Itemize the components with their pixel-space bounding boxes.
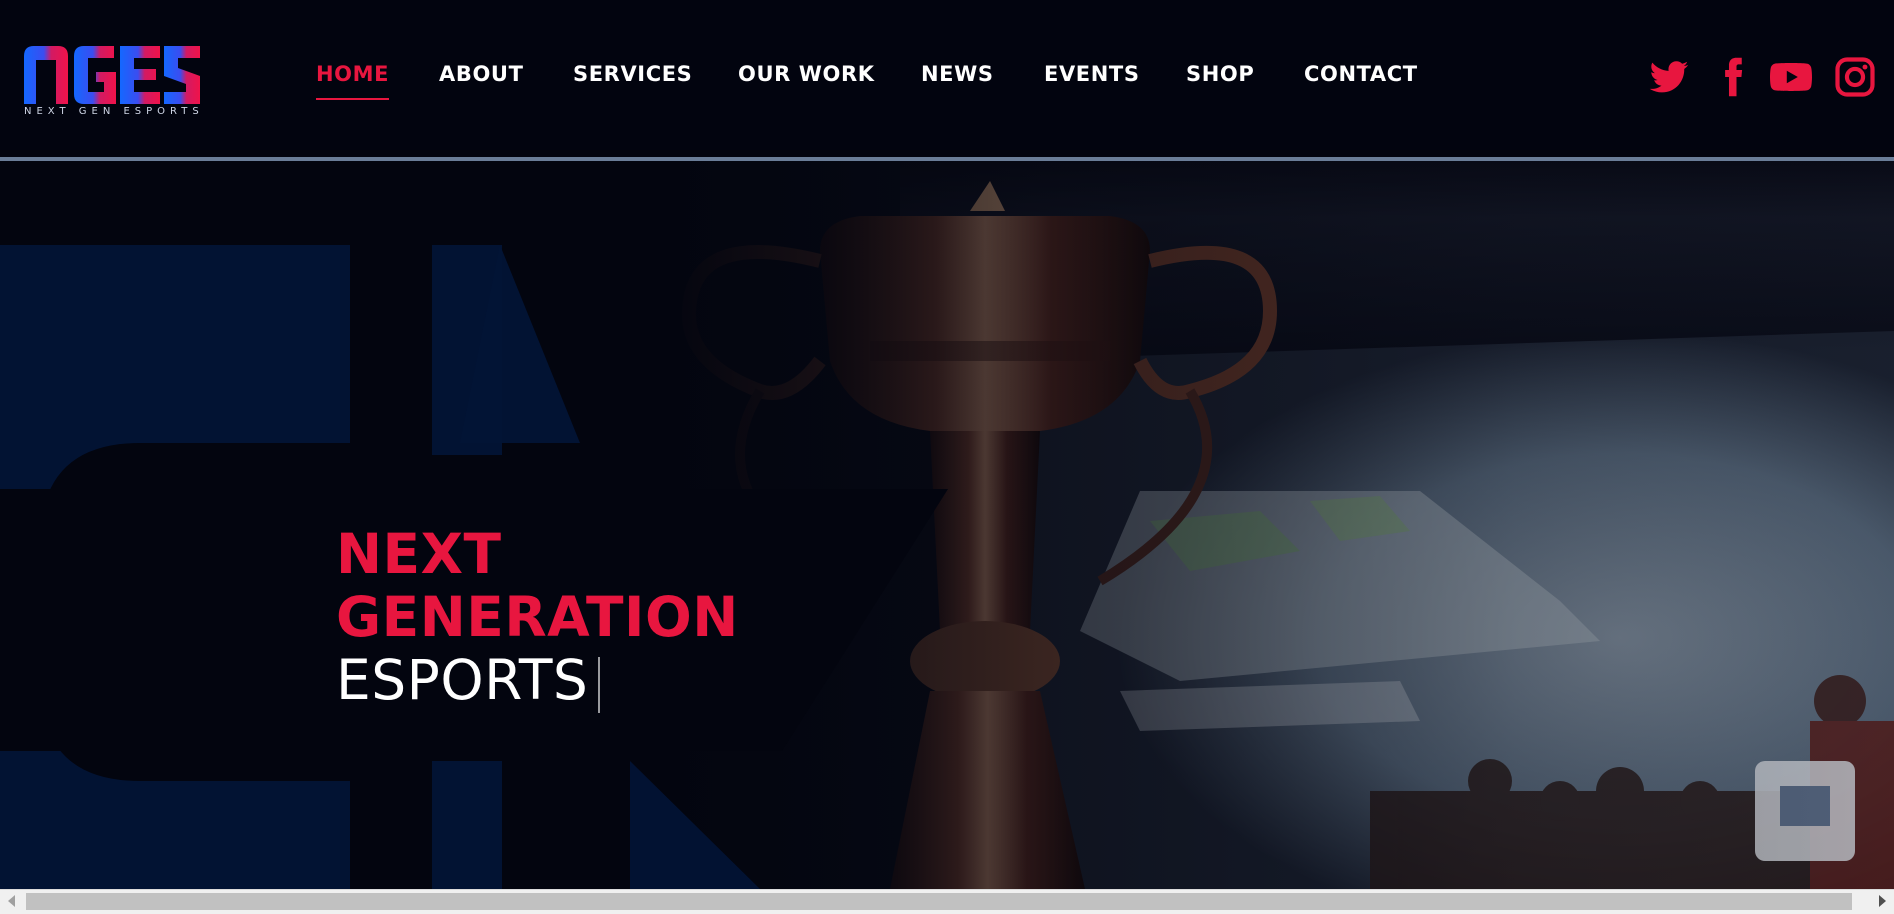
- hero-line-next: NEXT: [336, 522, 502, 586]
- scroll-right-arrow-icon[interactable]: [1879, 895, 1886, 907]
- nav-news-label: NEWS: [921, 62, 994, 86]
- hero-line-generation: GENERATION: [336, 585, 739, 649]
- hero-line-esports: ESPORTS: [336, 648, 589, 712]
- nav-events-label: EVENTS: [1044, 62, 1140, 86]
- nav-contact-label: CONTACT: [1304, 62, 1418, 86]
- nav-home[interactable]: HOME: [316, 62, 390, 100]
- nav-events[interactable]: EVENTS: [1044, 62, 1140, 86]
- text-cursor: [598, 657, 600, 713]
- nav-contact[interactable]: CONTACT: [1304, 62, 1418, 86]
- horizontal-scrollbar[interactable]: [0, 889, 1894, 914]
- twitter-icon[interactable]: [1648, 56, 1690, 98]
- youtube-icon[interactable]: [1770, 56, 1812, 98]
- nav-services-label: SERVICES: [573, 62, 693, 86]
- trophy-background-image: [0, 161, 1894, 889]
- nav-shop-label: SHOP: [1186, 62, 1255, 86]
- scrollbar-thumb[interactable]: [26, 893, 1852, 910]
- active-underline: [316, 98, 390, 100]
- nav-about-label: ABOUT: [439, 62, 524, 86]
- nav-services[interactable]: SERVICES: [573, 62, 692, 86]
- instagram-icon[interactable]: [1834, 56, 1876, 98]
- nav-about[interactable]: ABOUT: [439, 62, 524, 86]
- nav-shop[interactable]: SHOP: [1186, 62, 1254, 86]
- site-header: NEXT GEN ESPORTS HOME ABOUT SERVICES OUR…: [0, 0, 1894, 157]
- nav-news[interactable]: NEWS: [921, 62, 994, 86]
- nav-our-work-label: OUR WORK: [738, 62, 875, 86]
- nav-our-work[interactable]: OUR WORK: [738, 62, 875, 86]
- hero-section: NEXT GENERATION ESPORTS: [0, 161, 1894, 889]
- scroll-left-arrow-icon[interactable]: [8, 895, 15, 907]
- facebook-icon[interactable]: [1712, 56, 1754, 98]
- hero-heading: NEXT GENERATION ESPORTS: [336, 523, 739, 712]
- nav-home-label: HOME: [316, 62, 390, 86]
- logo-tagline: NEXT GEN ESPORTS: [24, 106, 204, 117]
